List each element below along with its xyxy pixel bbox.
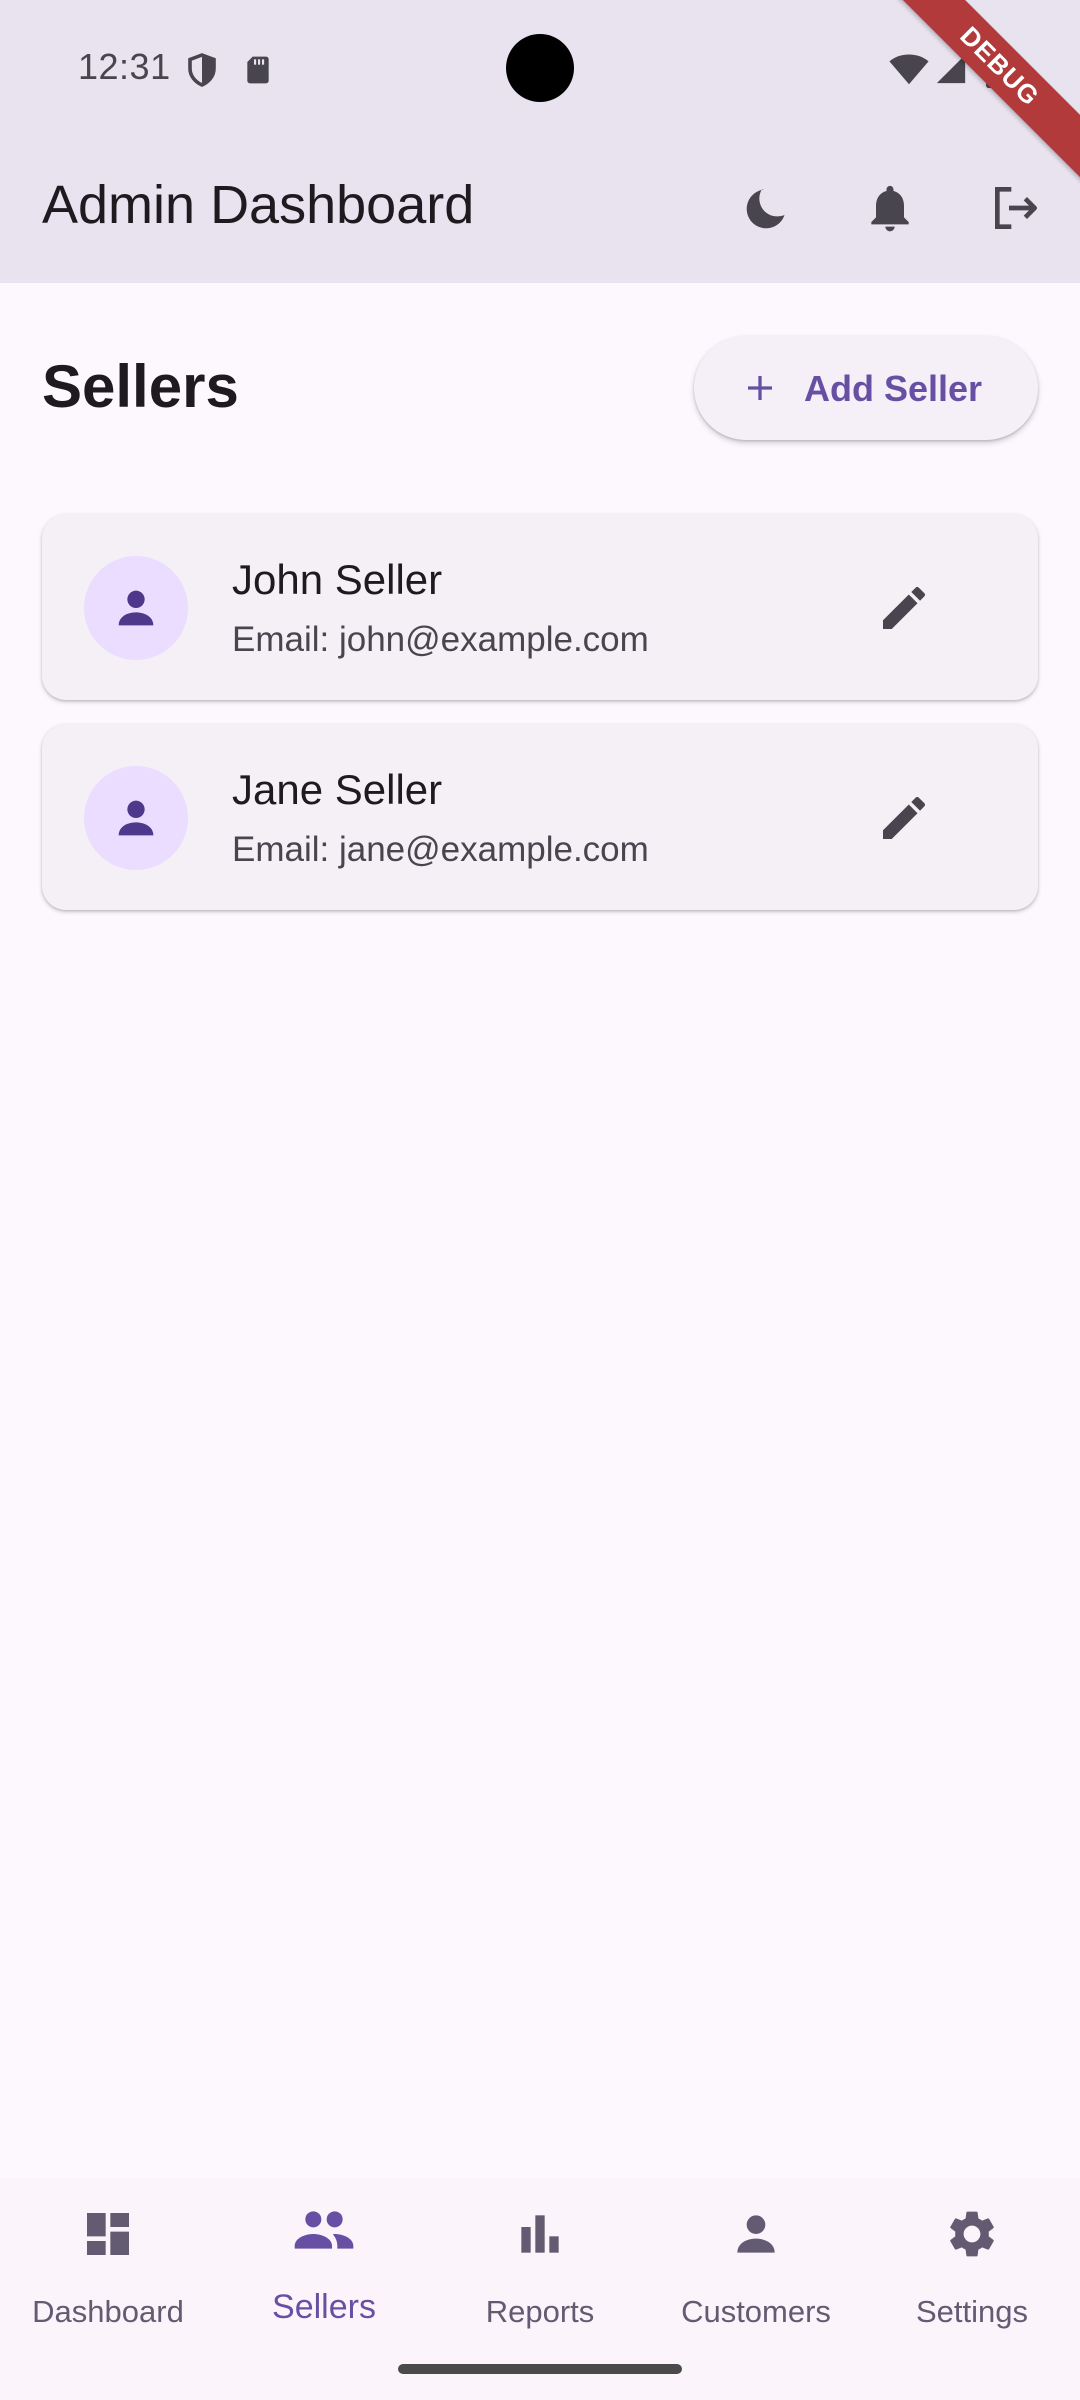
logout-icon	[995, 187, 1037, 229]
plus-icon	[748, 376, 772, 400]
seller-email: Email: john@example.com	[232, 620, 649, 659]
seller-email: Email: jane@example.com	[232, 830, 649, 869]
add-seller-label: Add Seller	[804, 368, 983, 409]
logout-button[interactable]	[980, 172, 1052, 244]
edit-seller-button[interactable]	[862, 776, 946, 860]
seller-name: Jane Seller	[232, 766, 443, 813]
notifications-button[interactable]	[854, 172, 926, 244]
wifi-icon	[889, 54, 929, 85]
status-time: 12:31	[78, 46, 171, 87]
person-icon	[118, 800, 154, 836]
people-icon	[294, 2211, 354, 2249]
nav-label: Dashboard	[32, 2294, 184, 2329]
nav-label: Sellers	[272, 2288, 376, 2326]
nav-item-settings[interactable]: Settings	[864, 2178, 1080, 2368]
bar-chart-icon	[521, 2215, 559, 2253]
nav-label: Reports	[485, 2294, 595, 2329]
debug-banner: DEBUG	[878, 0, 1080, 188]
seller-card[interactable]: Jane Seller Email: jane@example.com	[42, 724, 1038, 910]
edit-icon	[883, 587, 925, 629]
page-title: Sellers	[42, 353, 239, 420]
seller-card[interactable]: John Seller Email: john@example.com	[42, 514, 1038, 700]
app-header: 12:31 DEBUG Admin Dashboard	[0, 0, 1080, 283]
camera-cutout	[506, 34, 574, 102]
nav-label: Customers	[681, 2294, 831, 2329]
avatar	[84, 766, 188, 870]
avatar	[84, 556, 188, 660]
person-icon	[118, 590, 154, 626]
dark-mode-button[interactable]	[728, 172, 800, 244]
nav-item-customers[interactable]: Customers	[648, 2178, 864, 2368]
home-indicator[interactable]	[398, 2364, 682, 2374]
dashboard-icon	[87, 2213, 129, 2255]
status-bar: 12:31 DEBUG	[0, 0, 1080, 188]
shield-icon	[188, 53, 216, 87]
edit-seller-button[interactable]	[862, 566, 946, 650]
nav-item-dashboard[interactable]: Dashboard	[0, 2178, 216, 2368]
person-icon	[737, 2215, 775, 2253]
nav-item-reports[interactable]: Reports	[432, 2178, 648, 2368]
edit-icon	[883, 797, 925, 839]
add-seller-button[interactable]: Add Seller	[694, 336, 1038, 440]
nav-label: Settings	[915, 2294, 1028, 2329]
gear-icon	[950, 2211, 994, 2257]
notifications-icon	[871, 185, 909, 232]
sd-card-icon	[247, 56, 269, 84]
dark-mode-icon	[746, 189, 785, 229]
seller-name: John Seller	[232, 556, 443, 603]
nav-item-sellers[interactable]: Sellers	[216, 2178, 432, 2368]
app-bar-title: Admin Dashboard	[42, 175, 475, 235]
